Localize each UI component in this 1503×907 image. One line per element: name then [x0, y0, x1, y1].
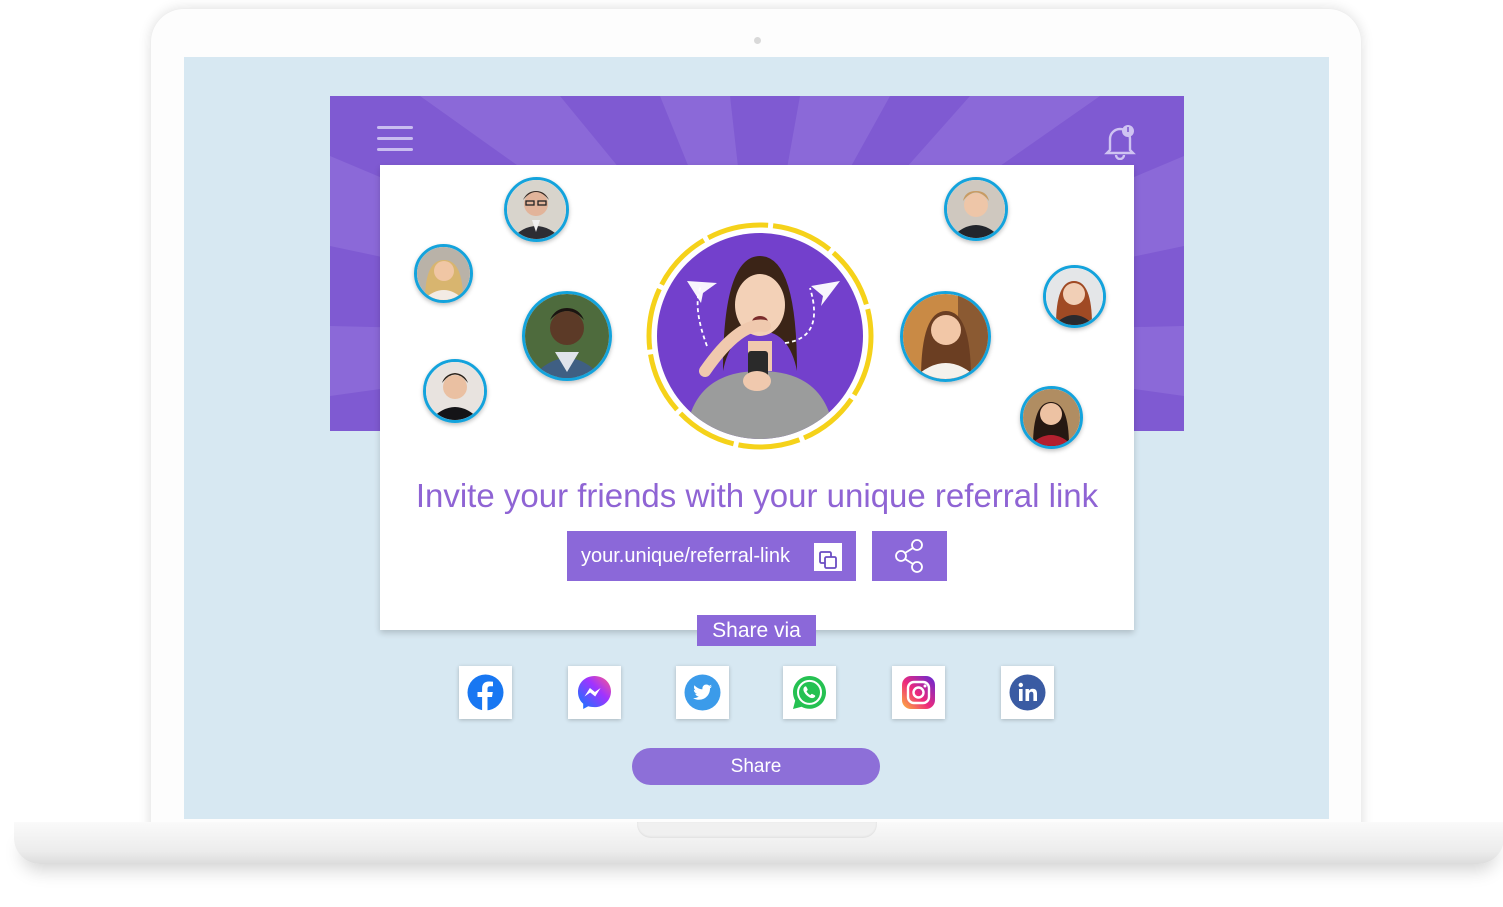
messenger-icon — [578, 676, 611, 709]
whatsapp-icon — [793, 676, 826, 709]
share-nodes-icon — [895, 539, 923, 573]
friend-avatar — [1043, 265, 1106, 328]
laptop-base-notch — [637, 822, 877, 838]
referral-card: Invite your friends with your unique ref… — [380, 165, 1134, 630]
whatsapp-button[interactable] — [783, 666, 836, 719]
friend-avatar — [423, 359, 487, 423]
instagram-icon — [902, 676, 935, 709]
page-title: Invite your friends with your unique ref… — [415, 477, 1099, 514]
webcam — [754, 37, 761, 44]
friend-avatar — [1020, 386, 1083, 449]
messenger-button[interactable] — [568, 666, 621, 719]
linkedin-icon — [1009, 674, 1046, 711]
hamburger-menu-icon[interactable] — [377, 126, 413, 152]
friend-avatar — [522, 291, 612, 381]
referral-link-field[interactable]: your.unique/referral-link — [567, 531, 856, 581]
facebook-icon — [467, 674, 504, 711]
share-via-label: Share via — [697, 615, 816, 646]
twitter-icon — [684, 674, 721, 711]
twitter-button[interactable] — [676, 666, 729, 719]
friend-avatar — [414, 244, 473, 303]
facebook-button[interactable] — [459, 666, 512, 719]
friend-avatar — [944, 177, 1008, 241]
referral-link-text: your.unique/referral-link — [581, 545, 790, 567]
copy-icon[interactable] — [814, 543, 842, 571]
friend-avatar — [900, 291, 991, 382]
laptop-screen: Invite your friends with your unique ref… — [184, 57, 1329, 819]
hero-image — [645, 221, 875, 451]
instagram-button[interactable] — [892, 666, 945, 719]
share-button[interactable]: Share — [632, 748, 880, 785]
linkedin-button[interactable] — [1001, 666, 1054, 719]
share-link-button[interactable] — [872, 531, 947, 581]
friend-avatar — [504, 177, 569, 242]
